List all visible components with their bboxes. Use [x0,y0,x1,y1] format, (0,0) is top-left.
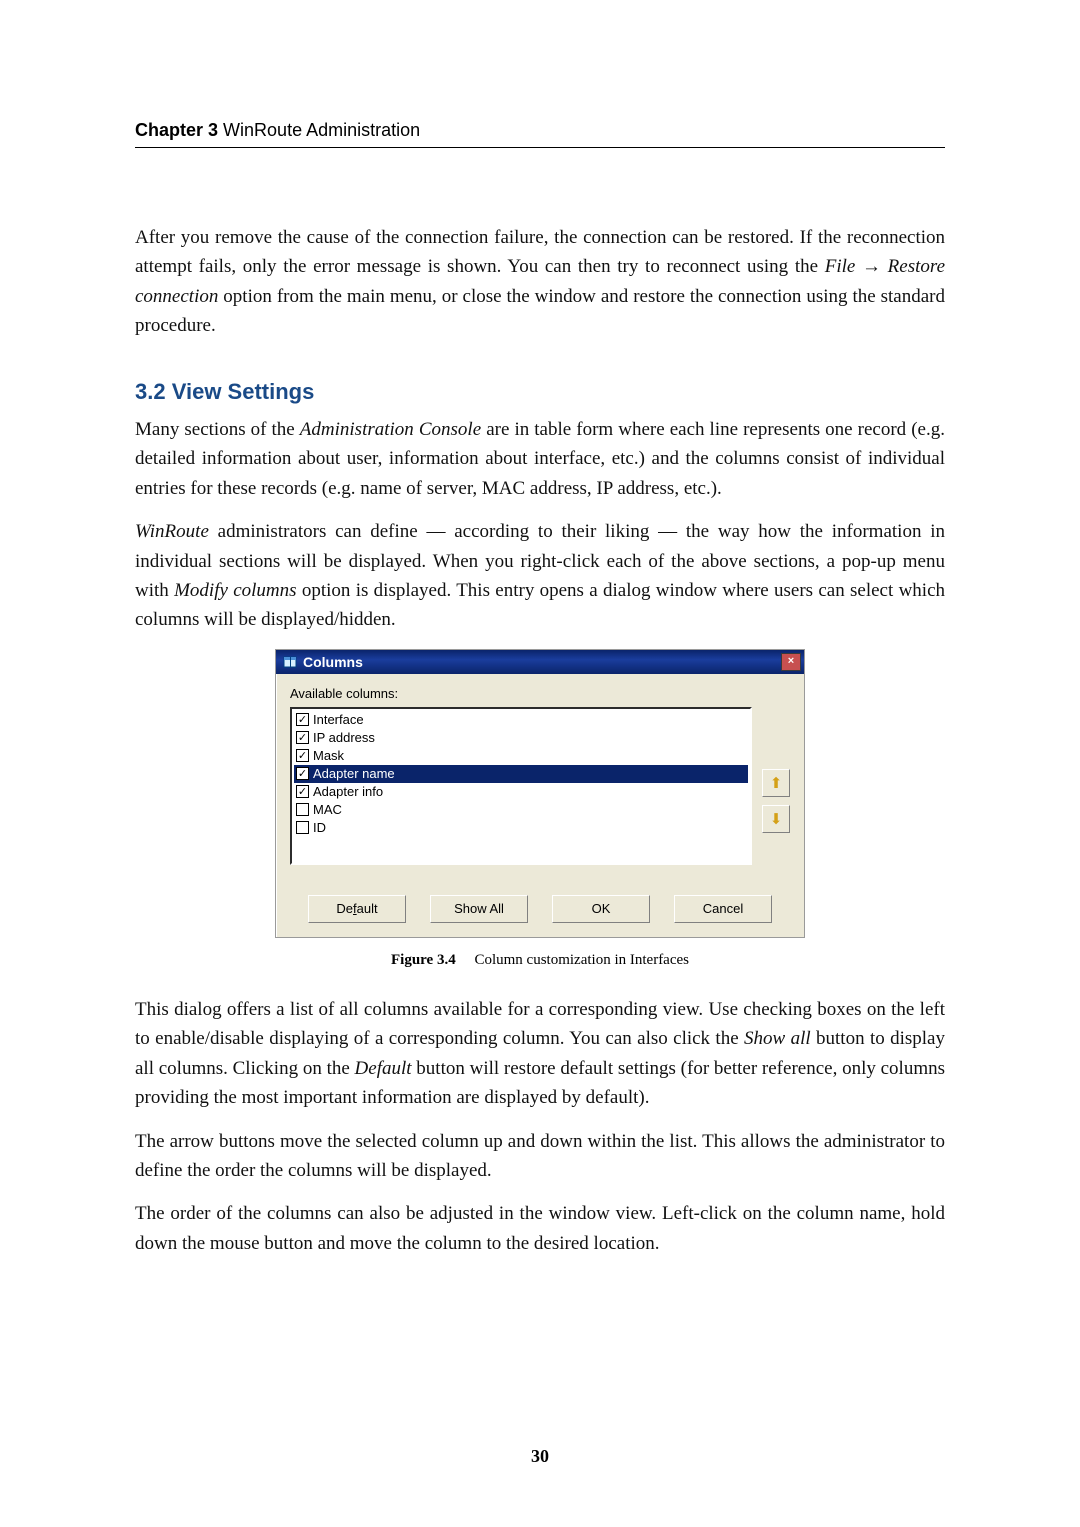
checkbox-mac[interactable] [296,803,309,816]
columns-listbox[interactable]: ✓ Interface ✓ IP address ✓ Mask ✓ [290,707,752,865]
p2b-ital2: Modify columns [174,580,296,601]
list-label: Adapter name [313,766,395,781]
arrow-up-icon: ⬆ [770,774,783,792]
chapter-title-text: WinRoute Administration [223,120,420,140]
default-post: ault [357,901,378,916]
move-up-button[interactable]: ⬆ [762,769,790,797]
list-item-interface[interactable]: ✓ Interface [294,711,748,729]
dialog-icon [282,654,298,670]
page-number: 30 [0,1446,1080,1467]
figure-caption: Figure 3.4 Column customization in Inter… [135,952,945,969]
default-pre: De [336,901,353,916]
list-label: Interface [313,712,364,727]
ok-button[interactable]: OK [552,895,650,923]
running-header: Chapter 3 WinRoute Administration [135,120,945,148]
default-button[interactable]: Default [308,895,406,923]
list-item-adapter-name[interactable]: ✓ Adapter name [294,765,748,783]
list-label: ID [313,820,326,835]
checkbox-adapter-info[interactable]: ✓ [296,785,309,798]
dialog-body: Available columns: ✓ Interface ✓ IP addr… [276,674,804,937]
list-label: IP address [313,730,375,745]
paragraph-5: The order of the columns can also be adj… [135,1199,945,1258]
dialog-titlebar: Columns × [276,650,804,674]
checkbox-adapter-name[interactable]: ✓ [296,767,309,780]
list-label: MAC [313,802,342,817]
list-item-mac[interactable]: MAC [294,801,748,819]
list-item-mask[interactable]: ✓ Mask [294,747,748,765]
list-label: Adapter info [313,784,383,799]
paragraph-2a: Many sections of the Administration Cons… [135,415,945,503]
paragraph-2b: WinRoute administrators can define — acc… [135,517,945,635]
p2a-ital: Administration Console [300,419,481,440]
available-columns-label: Available columns: [290,686,790,701]
show-all-button[interactable]: Show All [430,895,528,923]
figure-text: Column customization in Interfaces [474,952,689,968]
list-item-ip-address[interactable]: ✓ IP address [294,729,748,747]
dialog-button-row: Default Show All OK Cancel [290,895,790,923]
columns-dialog: Columns × Available columns: ✓ Interface… [275,649,805,938]
reorder-arrows: ⬆ ⬇ [762,707,790,865]
close-button[interactable]: × [781,653,801,671]
p3-ital1: Show all [744,1028,811,1049]
paragraph-1: After you remove the cause of the connec… [135,223,945,341]
p2a-a: Many sections of the [135,419,300,440]
list-item-adapter-info[interactable]: ✓ Adapter info [294,783,748,801]
list-item-id[interactable]: ID [294,819,748,837]
columns-dialog-figure: Columns × Available columns: ✓ Interface… [275,649,805,938]
p1-b: option from the main menu, or close the … [135,286,945,336]
chapter-label: Chapter 3 [135,120,218,140]
move-down-button[interactable]: ⬇ [762,805,790,833]
paragraph-3: This dialog offers a list of all columns… [135,995,945,1113]
checkbox-mask[interactable]: ✓ [296,749,309,762]
cancel-button[interactable]: Cancel [674,895,772,923]
p3-ital2: Default [355,1058,412,1079]
p2b-ital1: WinRoute [135,521,209,542]
section-heading-3-2: 3.2 View Settings [135,379,945,405]
checkbox-id[interactable] [296,821,309,834]
checkbox-ip-address[interactable]: ✓ [296,731,309,744]
paragraph-4: The arrow buttons move the selected colu… [135,1127,945,1186]
p1-a: After you remove the cause of the connec… [135,227,945,277]
arrow-down-icon: ⬇ [770,810,783,828]
figure-number: Figure 3.4 [391,952,456,968]
dialog-title: Columns [303,654,781,670]
list-label: Mask [313,748,344,763]
checkbox-interface[interactable]: ✓ [296,713,309,726]
